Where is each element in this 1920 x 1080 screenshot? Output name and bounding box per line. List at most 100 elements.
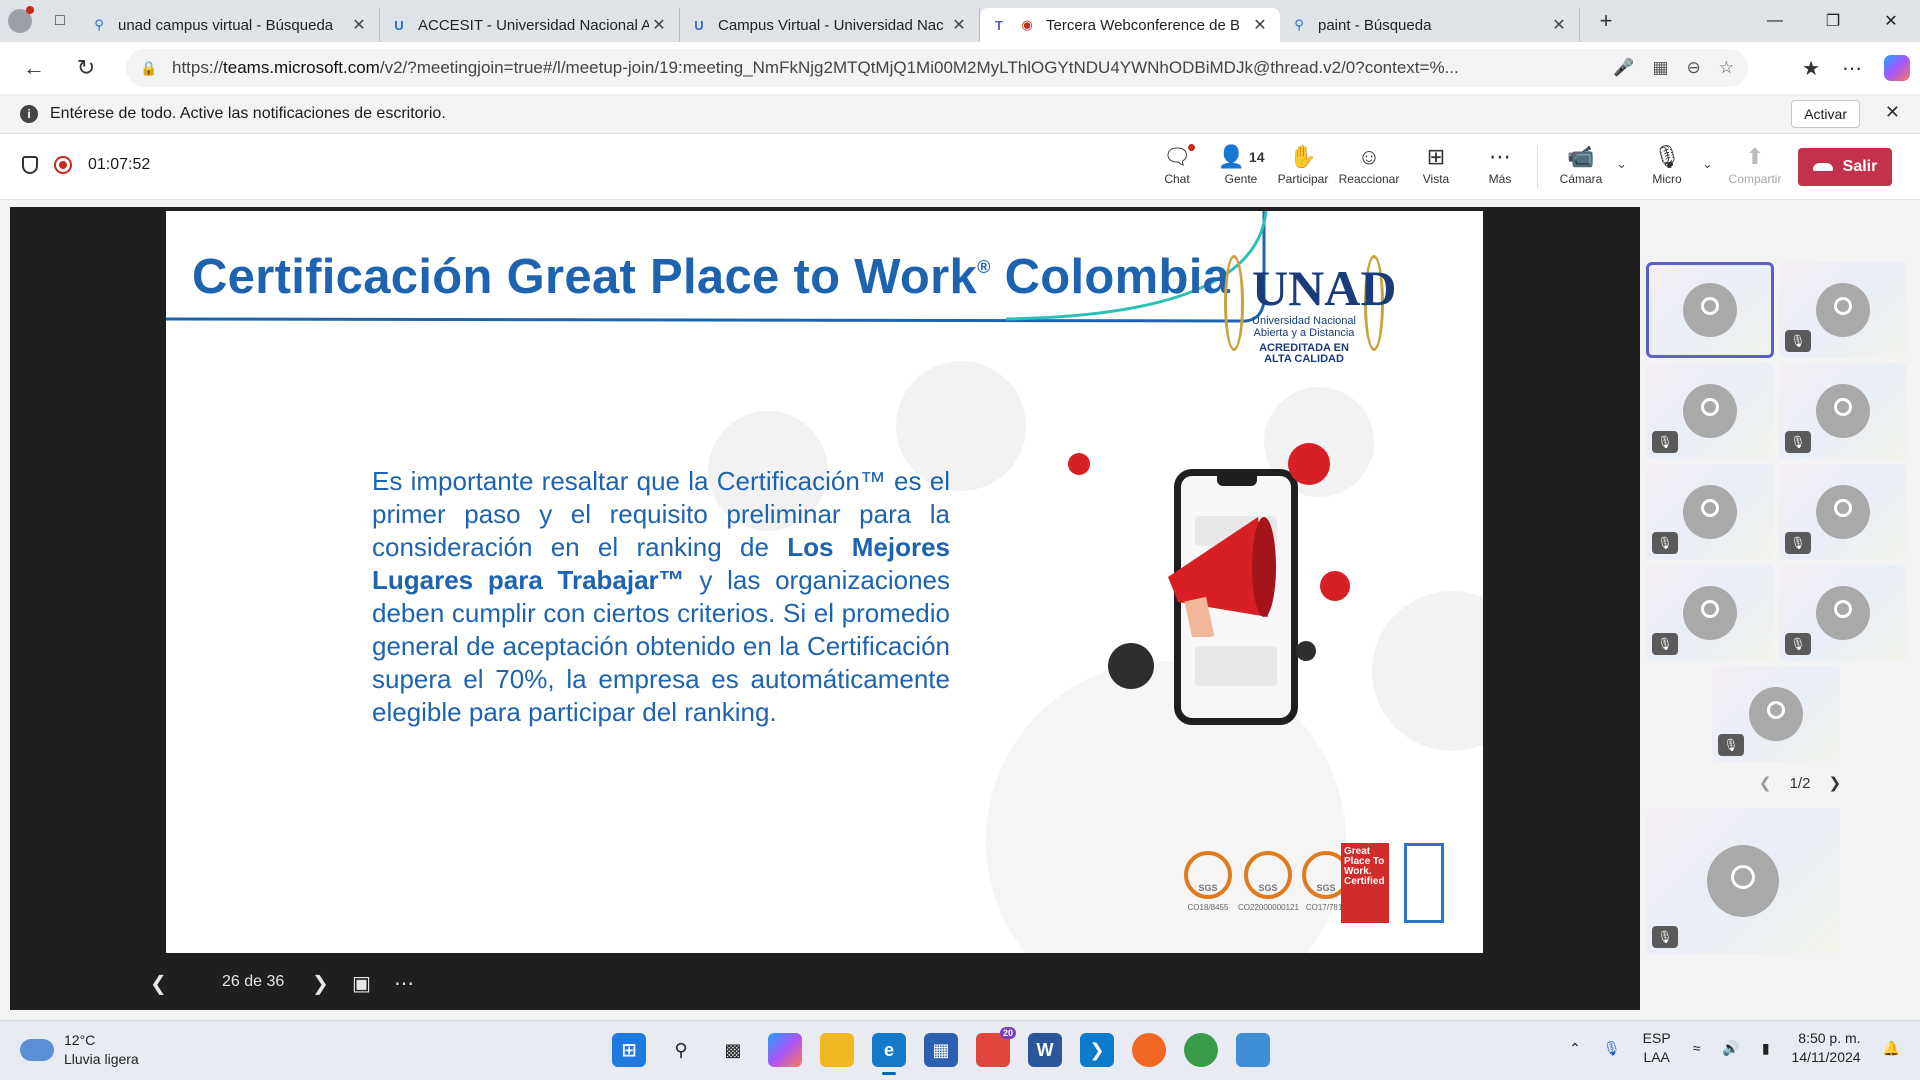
close-tab-icon[interactable]: ✕ <box>1549 15 1569 35</box>
slide-more-icon[interactable]: ⋯ <box>394 971 414 996</box>
close-tab-icon[interactable]: ✕ <box>349 15 369 35</box>
close-tab-icon[interactable]: ✕ <box>649 15 669 35</box>
mic-muted-icon: 🎙 <box>1652 633 1678 655</box>
more-button[interactable]: ⋯ Más <box>1469 142 1531 194</box>
raise-hand-button[interactable]: ✋ Participar <box>1272 142 1334 194</box>
mic-muted-icon: 🎙 <box>1785 431 1811 453</box>
participant-tile[interactable]: 🎙 <box>1779 464 1907 560</box>
close-tab-icon[interactable]: ✕ <box>1250 15 1270 35</box>
new-tab-button[interactable]: + <box>1586 8 1626 34</box>
previous-slide-icon[interactable]: ❮ <box>150 971 167 996</box>
slide-body-text: Es importante resaltar que la Certificac… <box>372 466 950 727</box>
meeting-toolbar: 01:07:52 🗨 Chat 👤 14 Gente ✋ Participar ☺… <box>0 134 1920 200</box>
participant-tile[interactable]: 🎙 <box>1646 565 1774 661</box>
smiley-icon: ☺ <box>1357 144 1381 169</box>
language-indicator[interactable]: ESP LAA <box>1643 1029 1671 1067</box>
slide-overview-icon[interactable]: ▣ <box>352 971 371 996</box>
back-button[interactable]: ← <box>8 42 60 94</box>
mic-off-icon: 🎙 <box>1653 144 1681 169</box>
copilot-icon[interactable] <box>1884 55 1910 81</box>
address-row: ← ↻ 🔒 https://teams.microsoft.com/v2/?me… <box>0 42 1920 94</box>
next-slide-icon[interactable]: ❯ <box>312 971 329 996</box>
zoom-icon[interactable]: ⊖ <box>1687 58 1701 78</box>
view-button[interactable]: ⊞ Vista <box>1405 142 1467 194</box>
participant-tile[interactable]: 🎙 <box>1646 464 1774 560</box>
browser-tab[interactable]: U Campus Virtual - Universidad Nac ✕ <box>680 8 980 42</box>
browser-tab[interactable]: ⚲ paint - Búsqueda ✕ <box>1280 8 1580 42</box>
copilot-icon[interactable] <box>768 1033 802 1067</box>
task-view-icon[interactable]: ▩ <box>716 1033 750 1067</box>
vscode-icon[interactable]: ❯ <box>1080 1033 1114 1067</box>
mongodb-icon[interactable] <box>1184 1033 1218 1067</box>
mic-options-chevron-icon[interactable]: ⌄ <box>1702 156 1713 172</box>
close-notification-icon[interactable]: ✕ <box>1885 102 1900 123</box>
profile-avatar[interactable] <box>0 0 40 42</box>
mic-muted-icon: 🎙 <box>1785 633 1811 655</box>
minimize-icon[interactable]: — <box>1746 0 1804 42</box>
chevron-up-icon[interactable]: ⌃ <box>1569 1040 1581 1057</box>
participant-tile[interactable]: 🎙 <box>1712 666 1840 762</box>
favorite-star-icon[interactable]: ☆ <box>1719 58 1734 78</box>
meeting-timer: 01:07:52 <box>88 156 151 173</box>
address-bar[interactable]: 🔒 https://teams.microsoft.com/v2/?meetin… <box>126 49 1748 87</box>
share-button[interactable]: ⬆ Compartir <box>1724 142 1786 194</box>
sgs-cert-badge: SGS <box>1244 851 1292 899</box>
python-icon[interactable] <box>1236 1033 1270 1067</box>
file-explorer-icon[interactable] <box>820 1033 854 1067</box>
browser-tab[interactable]: ⚲ unad campus virtual - Búsqueda ✕ <box>80 8 380 42</box>
activate-button[interactable]: Activar <box>1791 100 1860 128</box>
store-icon[interactable]: ▦ <box>924 1033 958 1067</box>
participant-tile[interactable]: 🎙 <box>1779 565 1907 661</box>
weather-widget[interactable]: 12°C Lluvia ligera <box>20 1031 139 1069</box>
browser-tab-active[interactable]: T ◉ Tercera Webconference de B ✕ <box>980 8 1280 42</box>
chrome-icon[interactable]: 20 <box>976 1027 1016 1067</box>
wifi-icon[interactable]: ≈ <box>1693 1040 1701 1056</box>
url-text[interactable]: https://teams.microsoft.com/v2/?meetingj… <box>172 58 1613 78</box>
start-icon[interactable]: ⊞ <box>612 1033 646 1067</box>
microphone-icon[interactable]: 🎙 <box>1603 1040 1621 1057</box>
self-video-tile[interactable]: 🎙 <box>1646 808 1840 954</box>
mic-button[interactable]: 🎙 Micro <box>1636 142 1698 194</box>
people-count: 14 <box>1248 149 1265 165</box>
word-icon[interactable]: W <box>1028 1033 1062 1067</box>
react-button[interactable]: ☺ Reaccionar <box>1338 142 1400 194</box>
participant-tile[interactable]: 🎙 <box>1646 363 1774 459</box>
recording-icon: ◉ <box>1021 17 1033 32</box>
participant-tile[interactable]: 🎙 <box>1779 262 1907 358</box>
people-icon: 👤 14 <box>1217 144 1265 169</box>
reload-button[interactable]: ↻ <box>60 42 112 94</box>
cert-label: CO22000000121 <box>1238 903 1299 912</box>
clock[interactable]: 8:50 p. m. 14/11/2024 <box>1792 1029 1861 1067</box>
instagram-icon <box>1108 643 1154 689</box>
chat-button[interactable]: 🗨 Chat <box>1146 142 1208 194</box>
tab-actions-icon[interactable]: □ <box>40 0 80 42</box>
participant-tile[interactable] <box>1646 262 1774 358</box>
camera-options-chevron-icon[interactable]: ⌄ <box>1616 156 1627 172</box>
swift-icon[interactable] <box>1132 1033 1166 1067</box>
app-available-icon[interactable]: ▦ <box>1652 58 1668 78</box>
camera-button[interactable]: 📹 Cámara <box>1550 142 1612 194</box>
notifications-icon[interactable]: 🔔 <box>1883 1040 1900 1057</box>
notification-text: Entérese de todo. Active las notificacio… <box>50 104 446 122</box>
next-page-icon[interactable]: ❯ <box>1829 775 1842 792</box>
previous-page-icon[interactable]: ❮ <box>1759 775 1772 792</box>
more-menu-icon[interactable]: ⋯ <box>1842 56 1862 81</box>
people-button[interactable]: 👤 14 Gente <box>1210 142 1272 194</box>
microphone-icon[interactable]: 🎤 <box>1613 58 1634 78</box>
leave-button[interactable]: Salir <box>1798 148 1892 186</box>
close-window-icon[interactable]: ✕ <box>1862 0 1920 42</box>
favorites-icon[interactable]: ★ <box>1802 56 1820 81</box>
edge-icon[interactable]: e <box>872 1033 906 1075</box>
search-icon[interactable]: ⚲ <box>664 1033 698 1067</box>
camera-label: Cámara <box>1559 172 1603 186</box>
browser-tab[interactable]: U ACCESIT - Universidad Nacional A ✕ <box>380 8 680 42</box>
shared-slide: Certificación Great Place to Work® Colom… <box>166 211 1483 953</box>
restore-icon[interactable]: ❐ <box>1804 0 1862 42</box>
volume-icon[interactable]: 🔊 <box>1722 1040 1739 1057</box>
participant-tile[interactable]: 🎙 <box>1779 363 1907 459</box>
slide-navigation: ❮ 26 de 36 ❯ ▣ ⋯ <box>10 953 1640 1010</box>
mic-muted-icon: 🎙 <box>1785 532 1811 554</box>
close-tab-icon[interactable]: ✕ <box>949 15 969 35</box>
battery-icon[interactable]: ▮ <box>1762 1040 1770 1057</box>
shield-icon[interactable] <box>22 156 38 174</box>
